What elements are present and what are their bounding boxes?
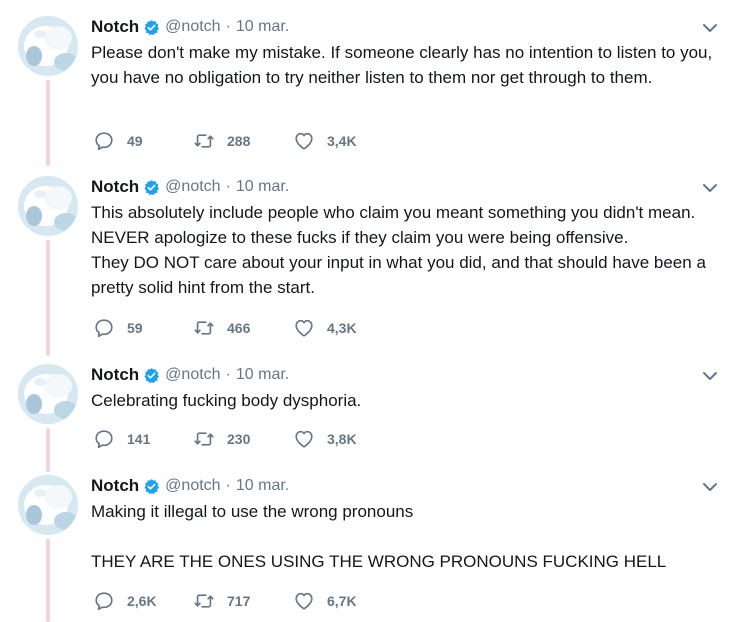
retweet-icon bbox=[194, 321, 214, 335]
chevron-down-icon[interactable] bbox=[702, 182, 718, 194]
retweet-button[interactable]: 717 bbox=[193, 590, 293, 612]
like-count: 6,7K bbox=[327, 593, 357, 609]
tweet-header: Notch @notch · 10 mar. bbox=[91, 475, 289, 497]
tweet-text: Making it illegal to use the wrong prono… bbox=[91, 502, 667, 571]
reply-count: 141 bbox=[127, 431, 151, 447]
like-button[interactable]: 3,8K bbox=[293, 428, 393, 450]
retweet-button[interactable]: 230 bbox=[193, 428, 293, 450]
retweet-count: 288 bbox=[227, 133, 251, 149]
thread-connector bbox=[46, 80, 50, 166]
author-name[interactable]: Notch bbox=[91, 177, 139, 197]
tweet-text: This absolutely include people who claim… bbox=[91, 203, 706, 297]
tweet[interactable]: Notch @notch · 10 mar. This absolutely i… bbox=[0, 176, 748, 362]
like-button[interactable]: 6,7K bbox=[293, 590, 393, 612]
retweet-count: 466 bbox=[227, 320, 251, 336]
separator-dot: · bbox=[225, 178, 231, 195]
tweet-date[interactable]: 10 mar. bbox=[236, 477, 289, 495]
author-handle[interactable]: @notch bbox=[165, 178, 220, 196]
tweet-header: Notch @notch · 10 mar. bbox=[91, 16, 289, 38]
author-name[interactable]: Notch bbox=[91, 476, 139, 496]
avatar[interactable] bbox=[18, 16, 78, 76]
heart-icon bbox=[295, 430, 313, 448]
author-name[interactable]: Notch bbox=[91, 365, 139, 385]
tweet-thread: Notch @notch · 10 mar. Please don't make… bbox=[0, 0, 748, 622]
tweet-date[interactable]: 10 mar. bbox=[236, 366, 289, 384]
verified-badge-icon bbox=[144, 367, 160, 383]
tweet-actions: 49 288 3,4K bbox=[93, 130, 393, 152]
thread-connector bbox=[46, 428, 50, 472]
tweet[interactable]: Notch @notch · 10 mar. Making it illegal… bbox=[0, 475, 748, 622]
like-count: 3,4K bbox=[327, 133, 357, 149]
reply-icon bbox=[95, 592, 113, 611]
tweet[interactable]: Notch @notch · 10 mar. Celebrating fucki… bbox=[0, 364, 748, 474]
avatar[interactable] bbox=[18, 176, 78, 236]
retweet-icon bbox=[194, 432, 214, 446]
avatar[interactable] bbox=[18, 475, 78, 535]
separator-dot: · bbox=[225, 477, 231, 494]
tweet-actions: 59 466 4,3K bbox=[93, 317, 393, 339]
reply-button[interactable]: 2,6K bbox=[93, 590, 193, 612]
reply-button[interactable]: 141 bbox=[93, 428, 193, 450]
tweet-text: Please don't make my mistake. If someone… bbox=[91, 43, 717, 87]
heart-icon bbox=[295, 592, 313, 610]
like-count: 4,3K bbox=[327, 320, 357, 336]
chevron-down-icon[interactable] bbox=[702, 370, 718, 382]
retweet-icon bbox=[194, 594, 214, 608]
reply-count: 59 bbox=[127, 320, 143, 336]
separator-dot: · bbox=[225, 366, 231, 383]
reply-count: 49 bbox=[127, 133, 143, 149]
tweet-date[interactable]: 10 mar. bbox=[236, 18, 289, 36]
retweet-count: 717 bbox=[227, 593, 251, 609]
reply-icon bbox=[95, 430, 113, 449]
thread-connector bbox=[46, 539, 50, 622]
tweet-header: Notch @notch · 10 mar. bbox=[91, 176, 289, 198]
tweet-actions: 2,6K 717 6,7K bbox=[93, 590, 393, 612]
reply-icon bbox=[95, 132, 113, 151]
reply-button[interactable]: 59 bbox=[93, 317, 193, 339]
thread-connector bbox=[46, 240, 50, 356]
heart-icon bbox=[295, 132, 313, 150]
tweet-actions: 141 230 3,8K bbox=[93, 428, 393, 450]
tweet[interactable]: Notch @notch · 10 mar. Please don't make… bbox=[0, 16, 748, 176]
retweet-icon bbox=[194, 134, 214, 148]
chevron-down-icon[interactable] bbox=[702, 22, 718, 34]
verified-badge-icon bbox=[144, 19, 160, 35]
like-button[interactable]: 4,3K bbox=[293, 317, 393, 339]
like-count: 3,8K bbox=[327, 431, 357, 447]
chevron-down-icon[interactable] bbox=[702, 481, 718, 493]
verified-badge-icon bbox=[144, 179, 160, 195]
reply-icon bbox=[95, 319, 113, 338]
retweet-button[interactable]: 288 bbox=[193, 130, 293, 152]
retweet-button[interactable]: 466 bbox=[193, 317, 293, 339]
heart-icon bbox=[295, 319, 313, 337]
author-handle[interactable]: @notch bbox=[165, 18, 220, 36]
separator-dot: · bbox=[225, 18, 231, 35]
reply-button[interactable]: 49 bbox=[93, 130, 193, 152]
author-handle[interactable]: @notch bbox=[165, 477, 220, 495]
tweet-date[interactable]: 10 mar. bbox=[236, 178, 289, 196]
tweet-header: Notch @notch · 10 mar. bbox=[91, 364, 289, 386]
reply-count: 2,6K bbox=[127, 593, 157, 609]
verified-badge-icon bbox=[144, 478, 160, 494]
author-name[interactable]: Notch bbox=[91, 17, 139, 37]
like-button[interactable]: 3,4K bbox=[293, 130, 393, 152]
retweet-count: 230 bbox=[227, 431, 251, 447]
avatar[interactable] bbox=[18, 364, 78, 424]
author-handle[interactable]: @notch bbox=[165, 366, 220, 384]
tweet-text: Celebrating fucking body dysphoria. bbox=[91, 391, 362, 410]
